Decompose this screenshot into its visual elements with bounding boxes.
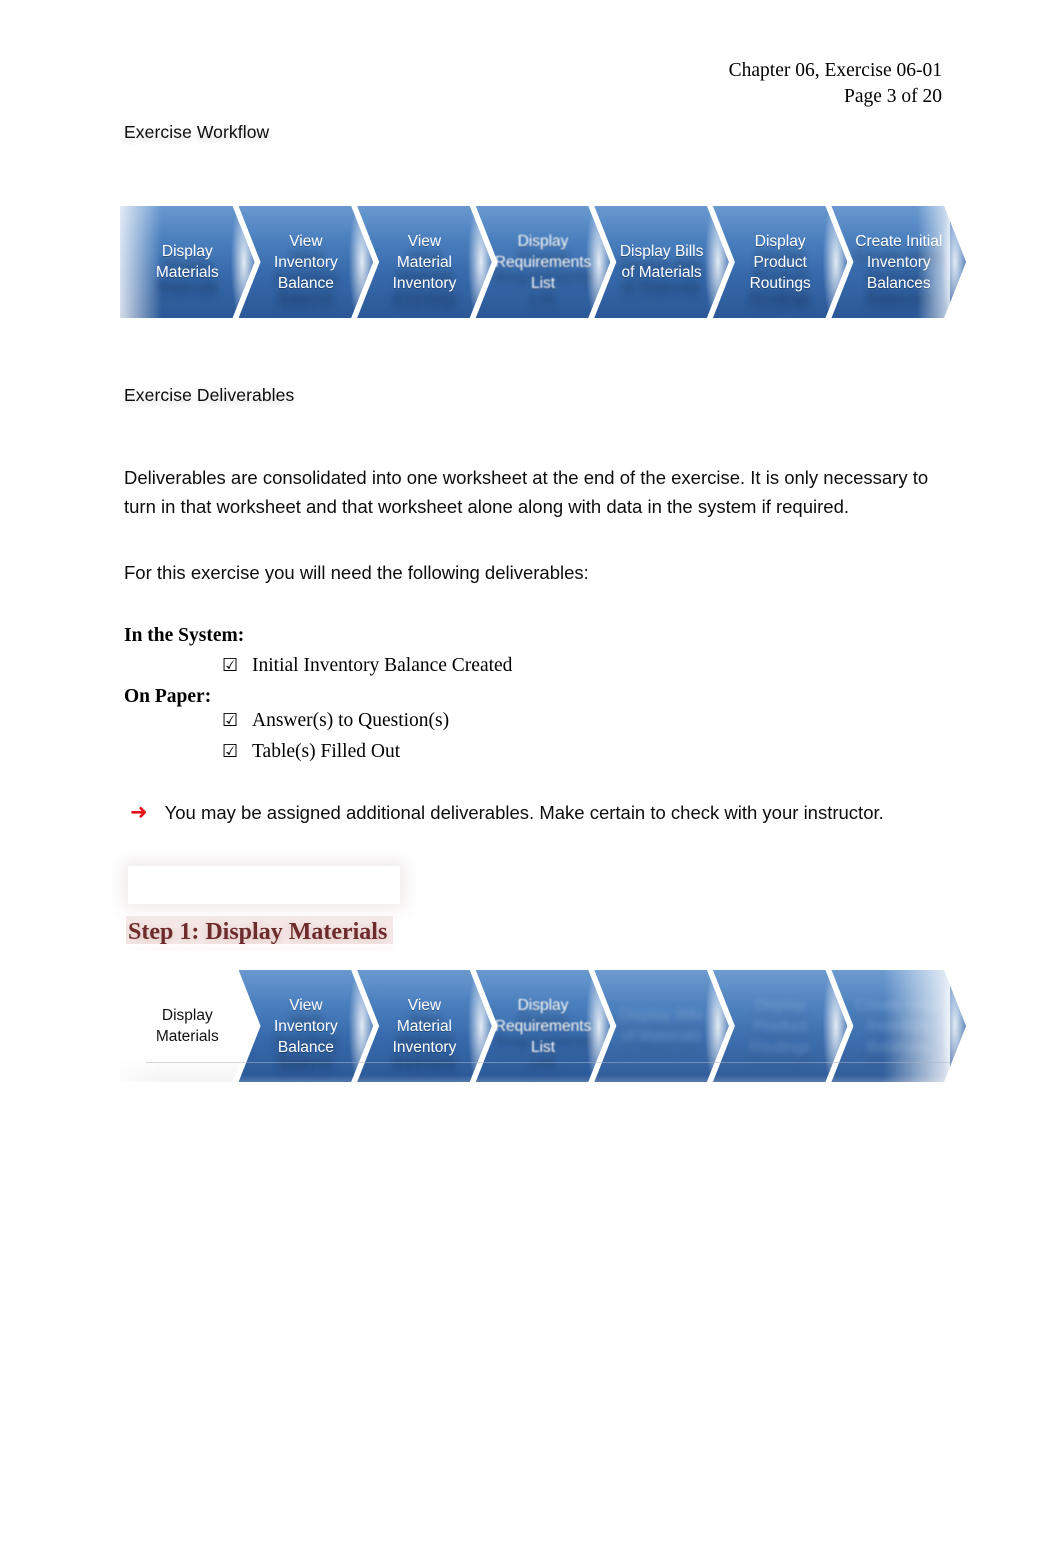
step-chevron-3: Display Requirements List xyxy=(476,970,611,1082)
workflow-step-2: View Material Inventory xyxy=(357,206,492,318)
step-strip-rule xyxy=(146,1062,952,1063)
step-chevron-2: View Material Inventory xyxy=(357,970,492,1082)
checked-checkbox-icon: ☑ xyxy=(222,741,239,762)
header-chapter-line: Chapter 06, Exercise 06-01 xyxy=(728,60,942,81)
deliverables-needed-paragraph: For this exercise you will need the foll… xyxy=(124,562,589,583)
step-chevron-4: Display Bills of Materials xyxy=(594,970,729,1082)
deliverable-item: ☑ Answer(s) to Question(s) xyxy=(222,710,449,732)
deliverable-label: Table(s) Filled Out xyxy=(252,741,401,762)
document-header: Chapter 06, Exercise 06-01 Page 3 of 20 xyxy=(729,58,942,110)
workflow-chevron-strip: Display Materials View Inventory Balance… xyxy=(120,180,950,344)
in-the-system-label: In the System: xyxy=(124,625,245,646)
instructor-note-text: You may be assigned additional deliverab… xyxy=(164,802,884,823)
workflow-step-5: Display Product Routings xyxy=(713,206,848,318)
step-chevron-label: Display Bills of Materials xyxy=(619,1007,704,1045)
step-chevron-1: View Inventory Balance xyxy=(239,970,374,1082)
exercise-deliverables-heading: Exercise Deliverables xyxy=(124,385,295,405)
workflow-step-label: Display Product Routings xyxy=(749,232,811,292)
step-chevron-label: Display Requirements List xyxy=(494,996,592,1056)
step-chevron-label: Display Product Routings xyxy=(749,996,811,1056)
step-chevron-strip: Display Materials View Inventory Balance… xyxy=(120,944,950,1108)
deliverable-item: ☑ Table(s) Filled Out xyxy=(222,741,400,763)
step-chevron-0-active: Display Materials xyxy=(120,970,255,1082)
workflow-step-label: Display Bills of Materials xyxy=(619,243,704,281)
checked-checkbox-icon: ☑ xyxy=(222,710,239,731)
step-chevron-label: View Material Inventory xyxy=(392,996,457,1056)
workflow-step-1: View Inventory Balance xyxy=(239,206,374,318)
step-chevron-label: View Inventory Balance xyxy=(273,996,338,1056)
deliverable-label: Initial Inventory Balance Created xyxy=(252,655,513,676)
instructor-note: ➜ You may be assigned additional deliver… xyxy=(130,802,884,824)
workflow-step-6: Create Initial Inventory Balances xyxy=(831,206,966,318)
workflow-step-label: Display Materials xyxy=(155,243,219,281)
workflow-step-3: Display Requirements List xyxy=(476,206,611,318)
workflow-step-label: View Inventory Balance xyxy=(273,232,338,292)
on-paper-label: On Paper: xyxy=(124,686,212,707)
workflow-step-0: Display Materials xyxy=(120,206,255,318)
step-chevron-6: Create Initial Inventory Balances xyxy=(831,970,966,1082)
step-chevron-label: Create Initial Inventory Balances xyxy=(855,996,943,1056)
workflow-step-label: View Material Inventory xyxy=(392,232,457,292)
step-1-heading: Step 1: Display Materials xyxy=(126,916,394,950)
deliverable-item: ☑ Initial Inventory Balance Created xyxy=(222,655,512,677)
right-arrow-icon: ➜ xyxy=(130,800,148,824)
workflow-step-4: Display Bills of Materials xyxy=(594,206,729,318)
exercise-workflow-heading: Exercise Workflow xyxy=(124,122,270,142)
checked-checkbox-icon: ☑ xyxy=(222,655,239,676)
step-heading-backdrop xyxy=(128,866,400,904)
step-chevron-label: Display Materials xyxy=(155,1007,219,1045)
workflow-step-label: Create Initial Inventory Balances xyxy=(855,232,943,292)
step-chevron-5: Display Product Routings xyxy=(713,970,848,1082)
deliverables-intro-paragraph: Deliverables are consolidated into one w… xyxy=(124,467,929,517)
header-page-line: Page 3 of 20 xyxy=(843,86,942,107)
deliverable-label: Answer(s) to Question(s) xyxy=(252,710,450,731)
workflow-step-label: Display Requirements List xyxy=(494,232,592,292)
